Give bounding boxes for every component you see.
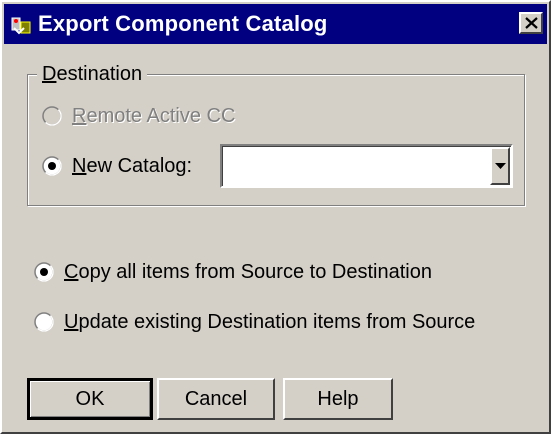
close-icon (525, 17, 538, 29)
help-button[interactable]: Help (283, 378, 393, 420)
ok-button-label: OK (75, 387, 105, 410)
new-catalog-radio[interactable] (42, 156, 62, 176)
ok-button[interactable]: OK (27, 378, 153, 420)
cancel-button[interactable]: Cancel (157, 378, 275, 420)
remote-active-cc-radio[interactable] (42, 106, 62, 126)
window-title: Export Component Catalog (38, 11, 328, 36)
copy-all-label: Copy all items from Source to Destinatio… (64, 261, 432, 283)
new-catalog-label: New Catalog: (72, 155, 193, 177)
destination-legend-text: estination (56, 63, 143, 85)
cancel-button-label: Cancel (184, 387, 248, 410)
close-button[interactable] (519, 12, 543, 34)
destination-legend-mnemonic: D (42, 63, 57, 85)
catalog-export-icon (11, 17, 31, 35)
update-existing-radio[interactable] (34, 312, 54, 332)
update-existing-label: Update existing Destination items from S… (64, 311, 476, 333)
copy-all-radio[interactable] (34, 262, 54, 282)
title-bar[interactable]: Export Component Catalog (4, 4, 547, 44)
new-catalog-dropdown[interactable] (220, 144, 513, 188)
destination-legend: Destination (37, 62, 148, 86)
chevron-down-icon (495, 163, 506, 169)
remote-active-cc-label: Remote Active CC (72, 105, 236, 127)
help-button-label: Help (317, 387, 359, 410)
dropdown-button[interactable] (490, 147, 510, 185)
export-component-catalog-dialog: Export Component Catalog Destination Rem… (0, 0, 551, 434)
